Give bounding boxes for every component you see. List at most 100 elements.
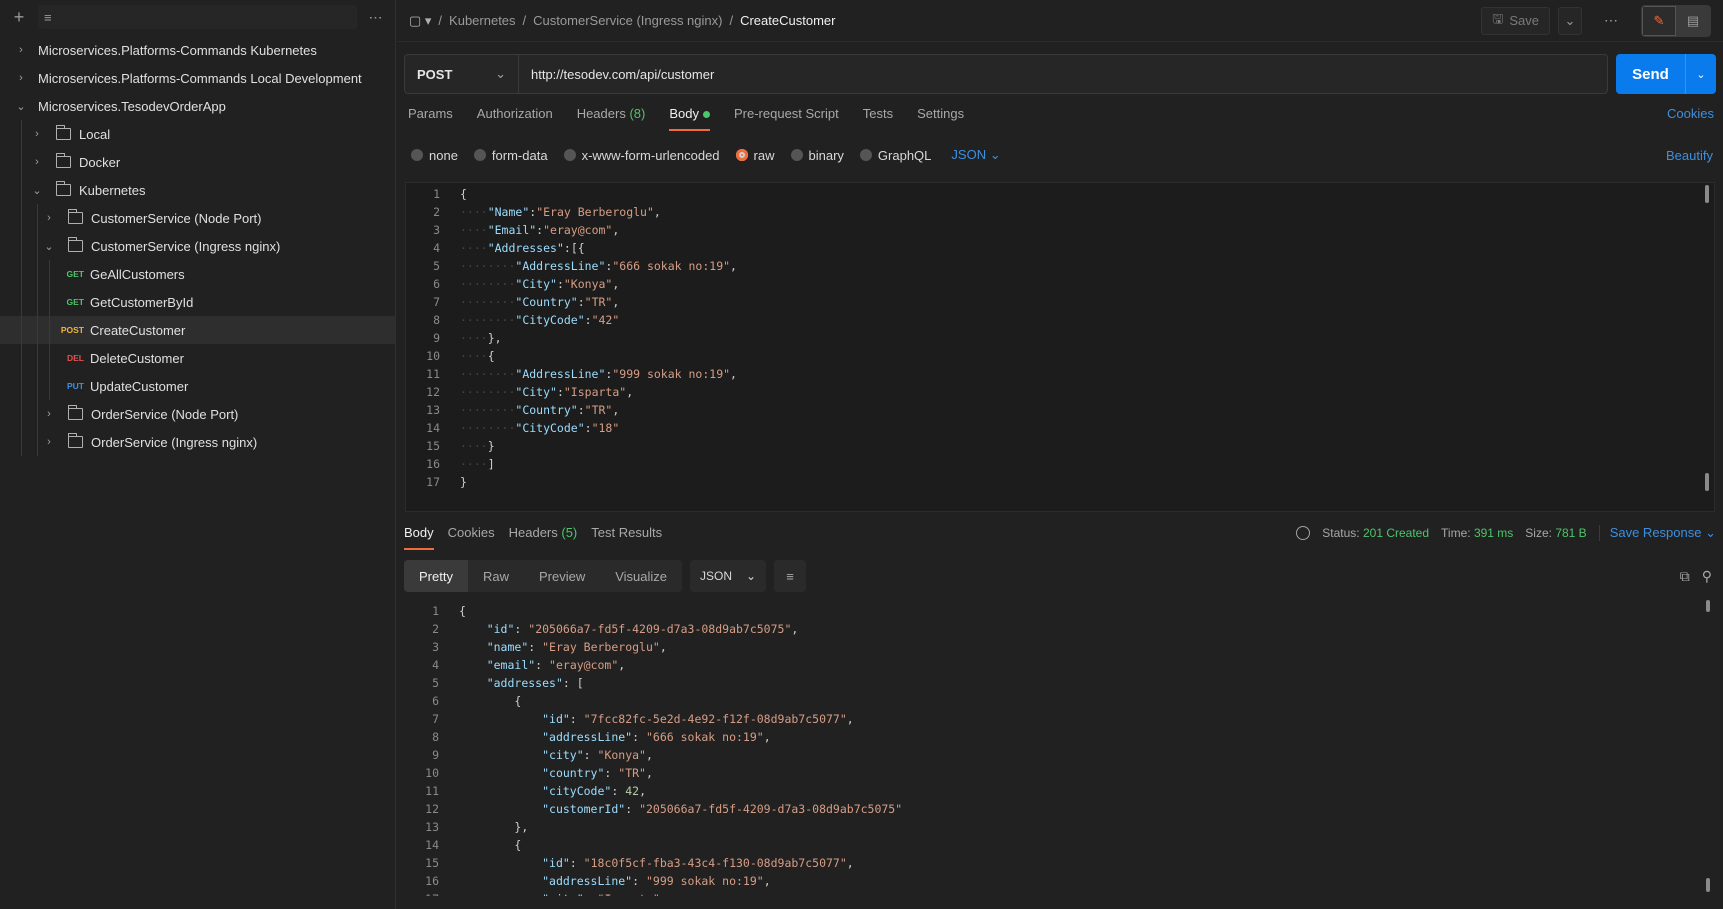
chevron-down-icon[interactable]: ⌄ bbox=[14, 100, 28, 113]
new-icon[interactable]: + bbox=[8, 6, 30, 28]
code-text: ········"City":"Isparta", bbox=[460, 385, 634, 399]
beautify-link[interactable]: Beautify bbox=[1666, 148, 1713, 163]
radio-icon[interactable] bbox=[859, 149, 872, 161]
tab-body[interactable]: Body bbox=[669, 106, 710, 131]
breadcrumb-current[interactable]: CreateCustomer bbox=[740, 13, 835, 28]
chevron-down-icon[interactable]: ⌄ bbox=[1686, 54, 1716, 94]
folder-item[interactable]: › OrderService (Ingress nginx) bbox=[0, 428, 395, 456]
view-pretty[interactable]: Pretty bbox=[404, 560, 468, 592]
body-type-label: form-data bbox=[491, 147, 548, 163]
body-type-raw[interactable]: raw bbox=[735, 148, 775, 163]
tab-headers[interactable]: Headers (8) bbox=[577, 106, 646, 129]
tab-headers-label: Headers bbox=[576, 106, 626, 121]
body-type-graphql[interactable]: GraphQL bbox=[859, 148, 931, 163]
folder-item[interactable]: › Docker bbox=[0, 148, 395, 176]
line-number: 6 bbox=[433, 277, 440, 291]
scrollbar[interactable] bbox=[1705, 473, 1709, 491]
request-tab-icon[interactable]: ▢ ▾ bbox=[409, 13, 431, 29]
code-text: "id": "7fcc82fc-5e2d-4e92-f12f-08d9ab7c5… bbox=[542, 712, 854, 726]
save-response-button[interactable]: Save Response ⌄ bbox=[1598, 525, 1716, 541]
code-line: 1{ bbox=[405, 602, 1695, 620]
breadcrumb-kubernetes[interactable]: Kubernetes bbox=[449, 13, 516, 28]
copy-icon[interactable]: ⧉ bbox=[1680, 568, 1690, 585]
request-item[interactable]: PUT UpdateCustomer bbox=[0, 372, 395, 400]
cookies-link[interactable]: Cookies bbox=[1667, 106, 1714, 121]
response-tab-headers[interactable]: Headers (5) bbox=[509, 525, 578, 548]
tab-params[interactable]: Params bbox=[408, 106, 453, 129]
response-tab-test-results[interactable]: Test Results bbox=[591, 525, 662, 548]
code-line: 3 "name": "Eray Berberoglu", bbox=[405, 638, 1695, 656]
folder-item[interactable]: › Local bbox=[0, 120, 395, 148]
tab-pre-request-script[interactable]: Pre-request Script bbox=[734, 106, 839, 129]
folder-icon bbox=[67, 433, 83, 448]
code-line: 17 "city": "Isparta", bbox=[405, 890, 1695, 896]
folder-item[interactable]: ⌄ Kubernetes bbox=[0, 176, 395, 204]
chevron-right-icon[interactable]: › bbox=[14, 72, 28, 84]
request-item[interactable]: GET GeAllCustomers bbox=[0, 260, 395, 288]
filter-input[interactable]: ≡ bbox=[38, 5, 357, 29]
size-value: 781 B bbox=[1555, 526, 1587, 540]
send-label[interactable]: Send bbox=[1616, 54, 1686, 94]
chevron-down-icon[interactable]: ⌄ bbox=[30, 184, 44, 197]
tab-settings[interactable]: Settings bbox=[917, 106, 964, 129]
view-raw[interactable]: Raw bbox=[468, 560, 524, 592]
body-language-select[interactable]: JSON ⌄ bbox=[951, 147, 1000, 163]
url-input[interactable] bbox=[519, 54, 1608, 94]
chevron-right-icon[interactable]: › bbox=[42, 408, 56, 420]
method-select[interactable]: POST ⌄ bbox=[404, 54, 519, 94]
radio-icon[interactable] bbox=[411, 149, 423, 161]
tab-authorization[interactable]: Authorization bbox=[477, 106, 553, 129]
wrap-lines-icon[interactable]: ≡ bbox=[774, 560, 807, 592]
radio-icon[interactable] bbox=[563, 149, 576, 161]
edit-mode-icon[interactable]: ✎ bbox=[1642, 5, 1676, 36]
breadcrumb-customerservice[interactable]: CustomerService (Ingress nginx) bbox=[533, 13, 722, 28]
body-type-x-www-form-urlencoded[interactable]: x-www-form-urlencoded bbox=[563, 148, 720, 163]
response-tab-body[interactable]: Body bbox=[404, 525, 434, 550]
collection-item[interactable]: › Microservices.Platforms-Commands Local … bbox=[0, 64, 395, 92]
response-tab-cookies[interactable]: Cookies bbox=[448, 525, 495, 548]
body-type-none[interactable]: none bbox=[411, 148, 458, 163]
view-preview[interactable]: Preview bbox=[524, 560, 600, 592]
chevron-down-icon[interactable]: ⌄ bbox=[42, 240, 56, 253]
response-language-select[interactable]: JSON ⌄ bbox=[690, 560, 767, 592]
folder-item[interactable]: › OrderService (Node Port) bbox=[0, 400, 395, 428]
request-item[interactable]: POST CreateCustomer bbox=[0, 316, 395, 344]
request-body-editor[interactable]: 1{2 ····"Name":"Eray Berberoglu", 3 ····"Em… bbox=[405, 182, 1715, 512]
save-options-button[interactable]: ⌄ bbox=[1558, 6, 1582, 35]
tab-tests[interactable]: Tests bbox=[863, 106, 893, 129]
sidebar-more-icon[interactable]: ⋯ bbox=[365, 6, 387, 28]
scrollbar[interactable] bbox=[1705, 185, 1709, 203]
radio-icon[interactable] bbox=[790, 149, 803, 161]
chevron-right-icon[interactable]: › bbox=[30, 128, 44, 140]
scrollbar[interactable] bbox=[1706, 878, 1710, 892]
breadcrumb-sep: / bbox=[438, 13, 443, 28]
radio-icon[interactable] bbox=[473, 149, 486, 161]
search-icon[interactable]: ⚲ bbox=[1702, 568, 1712, 585]
chevron-right-icon[interactable]: › bbox=[14, 44, 28, 56]
request-item[interactable]: GET GetCustomerById bbox=[0, 288, 395, 316]
body-type-binary[interactable]: binary bbox=[790, 148, 844, 163]
documentation-icon[interactable]: ▤ bbox=[1676, 5, 1710, 36]
scrollbar[interactable] bbox=[1706, 600, 1710, 612]
filter-icon[interactable]: ≡ bbox=[44, 10, 52, 25]
chevron-right-icon[interactable]: › bbox=[42, 436, 56, 448]
body-type-form-data[interactable]: form-data bbox=[473, 147, 548, 163]
send-button[interactable]: Send ⌄ bbox=[1616, 54, 1716, 94]
response-body-viewer[interactable]: 1{2 "id": "205066a7-fd5f-4209-d7a3-08d9a… bbox=[405, 598, 1715, 896]
chevron-down-icon: ⌄ bbox=[495, 66, 506, 81]
radio-icon[interactable] bbox=[735, 149, 748, 161]
more-options-icon[interactable]: ⋯ bbox=[1604, 12, 1619, 29]
folder-item[interactable]: ⌄ CustomerService (Ingress nginx) bbox=[0, 232, 395, 260]
save-button[interactable]: 🖫 Save bbox=[1481, 6, 1550, 35]
collection-item[interactable]: ⌄ Microservices.TesodevOrderApp bbox=[0, 92, 395, 120]
folder-item[interactable]: › CustomerService (Node Port) bbox=[0, 204, 395, 232]
chevron-right-icon[interactable]: › bbox=[42, 212, 56, 224]
collection-item[interactable]: › Microservices.Platforms-Commands Kubern… bbox=[0, 36, 395, 64]
view-visualize[interactable]: Visualize bbox=[600, 560, 682, 592]
code-line: 15 ····} bbox=[406, 437, 1696, 455]
globe-icon[interactable] bbox=[1296, 526, 1311, 540]
chevron-right-icon[interactable]: › bbox=[30, 156, 44, 168]
headers-count: (8) bbox=[629, 106, 646, 121]
request-item[interactable]: DEL DeleteCustomer bbox=[0, 344, 395, 372]
breadcrumb-sep: / bbox=[522, 13, 527, 28]
